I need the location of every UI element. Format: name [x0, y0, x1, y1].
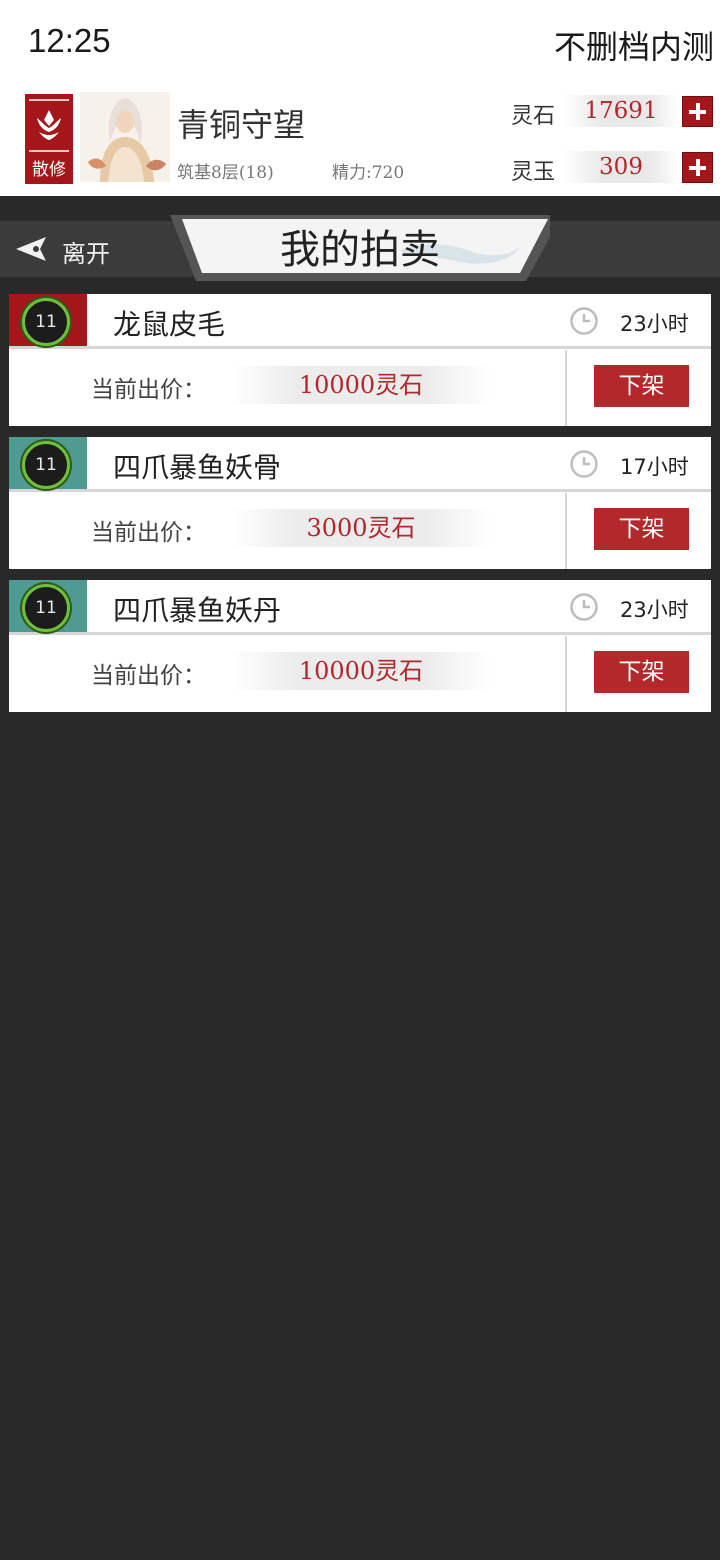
badge-line-bottom: [29, 150, 69, 152]
item-level-badge: 11: [22, 584, 70, 632]
auction-listing: 11 四爪暴鱼妖骨 17小时 当前出价： 3000灵石 下架: [9, 437, 711, 569]
item-name: 四爪暴鱼妖丹: [113, 594, 282, 627]
divider: [565, 493, 567, 569]
divider: [565, 350, 567, 426]
quality-tab: 11: [9, 437, 87, 489]
auction-listing: 11 四爪暴鱼妖丹 23小时 当前出价： 10000灵石 下架: [9, 580, 711, 712]
item-name: 四爪暴鱼妖骨: [113, 451, 282, 484]
status-right-text: 不删档内测: [553, 28, 714, 66]
status-bar: 12:25 不删档内测: [0, 0, 720, 82]
player-profile: 散修 青铜守望 筑基8层(18) 精力:720 灵石 17691 灵玉 309: [0, 82, 720, 196]
item-level-badge: 11: [22, 441, 70, 489]
bid-label: 当前出价：: [91, 520, 206, 546]
badge-line-top: [29, 99, 69, 101]
unlist-button[interactable]: 下架: [594, 365, 689, 407]
add-lingshi-button[interactable]: [682, 96, 713, 127]
quality-tab: 11: [9, 294, 87, 346]
status-time: 12:25: [28, 22, 111, 59]
rank-badge[interactable]: 散修: [25, 94, 73, 184]
back-button[interactable]: 离开: [0, 221, 170, 277]
divider: [565, 636, 567, 712]
bid-label: 当前出价：: [91, 663, 206, 689]
listing-header: 11 四爪暴鱼妖骨 17小时: [9, 437, 711, 492]
title-bar: 离开 我的拍卖: [0, 215, 720, 281]
currency-label-lingshi: 灵石: [511, 104, 556, 129]
current-bid: 10000灵石: [231, 652, 491, 690]
clock-icon: [570, 307, 598, 335]
time-left: 23小时: [620, 312, 689, 336]
listing-header: 11 龙鼠皮毛 23小时: [9, 294, 711, 349]
rank-label: 散修: [32, 160, 66, 180]
clock-icon: [570, 450, 598, 478]
auction-listing: 11 龙鼠皮毛 23小时 当前出价： 10000灵石 下架: [9, 294, 711, 426]
current-bid: 10000灵石: [231, 366, 491, 404]
bid-label: 当前出价：: [91, 377, 206, 403]
page-title: 我的拍卖: [280, 227, 440, 273]
currency-label-lingyu: 灵玉: [511, 160, 556, 185]
item-level-badge: 11: [22, 298, 70, 346]
player-realm: 筑基8层(18): [177, 163, 274, 183]
unlist-button[interactable]: 下架: [594, 651, 689, 693]
clock-icon: [570, 593, 598, 621]
item-name: 龙鼠皮毛: [113, 308, 226, 341]
time-left: 23小时: [620, 598, 689, 622]
back-arrow-icon: [16, 237, 46, 261]
unlist-button[interactable]: 下架: [594, 508, 689, 550]
avatar-portrait: [80, 92, 170, 182]
avatar[interactable]: [80, 92, 170, 182]
quality-tab: 11: [9, 580, 87, 632]
currency-value-lingshi: 17691: [562, 95, 680, 127]
lotus-icon: [37, 110, 61, 140]
add-lingyu-button[interactable]: [682, 152, 713, 183]
currency-value-lingyu: 309: [562, 151, 680, 183]
player-name: 青铜守望: [177, 106, 306, 144]
player-energy: 精力:720: [332, 163, 405, 183]
time-left: 17小时: [620, 455, 689, 479]
current-bid: 3000灵石: [231, 509, 491, 547]
title-tab: 我的拍卖: [170, 211, 550, 283]
back-label: 离开: [62, 240, 110, 268]
listing-header: 11 四爪暴鱼妖丹 23小时: [9, 580, 711, 635]
